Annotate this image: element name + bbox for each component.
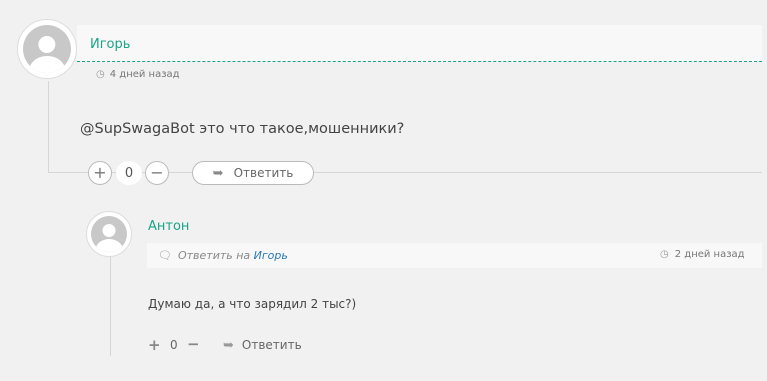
reply-button-label: Ответить (233, 166, 294, 180)
reply-vote-count: 0 (170, 338, 178, 352)
vote-count: 0 (116, 161, 142, 185)
plus-icon: + (148, 336, 161, 354)
reply-reply-button[interactable]: ➥ Ответить (223, 338, 302, 353)
reply-upvote-button[interactable]: + (148, 336, 161, 354)
reply-avatar[interactable] (86, 211, 132, 257)
avatar-placeholder-icon (23, 25, 71, 73)
reply-thread-line (110, 250, 111, 356)
reply-arrow-icon: ➥ (212, 165, 224, 181)
avatar-placeholder-icon (91, 216, 127, 252)
reply-to-info: 🗨 Ответить на Игорь (158, 249, 288, 262)
reply-reply-label: Ответить (241, 338, 302, 352)
comment-icon: 🗨 (158, 249, 172, 262)
minus-icon: − (187, 335, 200, 353)
reply-date-text: 2 дней назад (674, 249, 745, 260)
reply-to-label: Ответить на (177, 249, 251, 262)
clock-icon: ◷ (96, 69, 105, 80)
thread-line-vertical (48, 81, 49, 173)
plus-icon: + (93, 163, 107, 182)
comment-date-text: 4 дней назад (109, 69, 180, 80)
avatar[interactable] (17, 19, 77, 79)
clock-icon: ◷ (660, 249, 669, 260)
upvote-button[interactable]: + (88, 161, 112, 185)
reply-button[interactable]: ➥ Ответить (192, 161, 314, 185)
comment-text: @SupSwagaBot это что такое,мошенники? (80, 121, 405, 137)
reply-to-user-link[interactable]: Игорь (254, 249, 288, 262)
minus-icon: − (150, 163, 164, 182)
reply-author[interactable]: Антон (148, 219, 189, 234)
downvote-button[interactable]: − (145, 161, 169, 185)
comment-date[interactable]: ◷ 4 дней назад (96, 69, 180, 80)
reply-arrow-icon: ➥ (223, 338, 234, 353)
comment-author[interactable]: Игорь (90, 37, 130, 52)
reply-text: Думаю да, а что зарядил 2 тыс?) (148, 297, 357, 311)
reply-downvote-button[interactable]: − (187, 335, 200, 353)
comment-header (77, 25, 762, 62)
reply-date[interactable]: ◷ 2 дней назад (660, 249, 745, 260)
